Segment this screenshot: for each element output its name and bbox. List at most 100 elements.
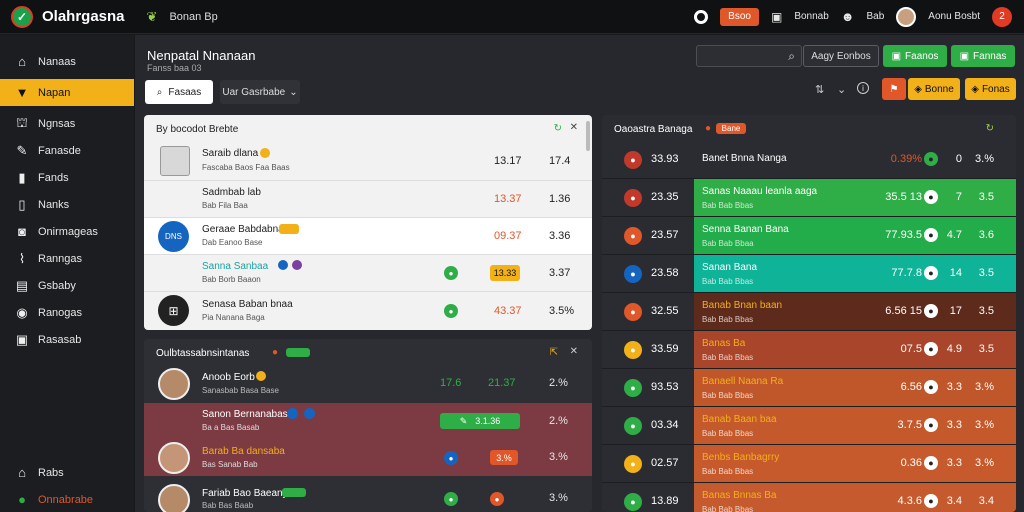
user-name[interactable]: Aonu Bosbt [928, 11, 980, 22]
search-input[interactable] [697, 46, 777, 66]
camera-icon[interactable]: ▣ [771, 10, 782, 24]
sidebar-bottom-status[interactable]: ● Onnabrabe [0, 486, 134, 512]
list-item[interactable]: Fariab Bao Baeany Bab Bas Baab ● ● 3.% [144, 476, 592, 512]
item-subtitle: Dab Eanoo Base [202, 238, 263, 247]
sidebar-item-chart[interactable]: ⌇ Ranngas [0, 245, 134, 272]
sidebar-bottom-home[interactable]: ⌂ Rabs [0, 459, 134, 486]
flag-button[interactable]: ⚑ [882, 78, 906, 100]
rank-badge-icon: ● [624, 493, 642, 511]
top-item-1[interactable]: Bonnab [794, 11, 828, 22]
sidebar-item-tools[interactable]: ✎ Fanasde [0, 137, 134, 164]
info-icon[interactable]: i [857, 82, 869, 94]
list-item[interactable]: Sadmbab lab Bab Fila Baa 13.37 1.36 [144, 181, 592, 218]
record-icon[interactable] [694, 9, 709, 24]
close-icon[interactable]: ✕ [570, 122, 578, 133]
user-icon[interactable]: ☻ [841, 9, 855, 24]
close-icon[interactable]: ✕ [570, 346, 578, 357]
bottom-list-panel: Oulbtassabnsintanas ● ⇱ ✕ Anoob Eorb San… [144, 339, 592, 512]
sidebar-item-active[interactable]: ▼ Napan [0, 79, 134, 106]
list-item[interactable]: Anoob Eorb Sanasbab Basa Base 17.6 21.37… [144, 365, 592, 403]
list-item[interactable]: Barab Ba dansaba Bas Sanab Bab ● 3.% 3.% [144, 439, 592, 476]
row-status-icon: ● [924, 190, 938, 204]
sidebar-item-folder[interactable]: ▤ Gsbaby [0, 272, 134, 299]
item-value: 21.37 [488, 377, 516, 389]
orange-button-1[interactable]: ◈ Bonne [908, 78, 960, 100]
expand-icon[interactable]: ⇱ [550, 347, 558, 358]
chart-icon: ⌇ [18, 250, 26, 266]
chevron-down-icon[interactable]: ⌄ [837, 83, 846, 96]
item-value: 09.37 [494, 230, 522, 242]
pill-value: 3.1.36 [475, 416, 501, 426]
list-item[interactable]: Sanna Sanbaa Bab Borb Baaon ● 13.33 3.37 [144, 255, 592, 292]
leaderboard-row[interactable]: ● 93.53 Banaell Naana Ra Bab Bab Bbas 6.56 ● 3… [602, 369, 1016, 407]
rank-badge-icon: ● [624, 417, 642, 435]
leaderboard-row[interactable]: ● 32.55 Banab Bnan baan Bab Bab Bbas 6.56 15… [602, 293, 1016, 331]
row-value-3: 3.% [975, 381, 994, 393]
leaderboard-row[interactable]: ● 13.89 Banas Bnnas Ba Bab Bab Bbas 4.3.6 ● 3.… [602, 483, 1016, 512]
row-value-2: 3.4 [946, 495, 962, 507]
row-status-icon: ● [924, 304, 938, 318]
tab-main[interactable]: ⌕ Fasaas [145, 80, 213, 104]
item-name: Senasa Baban bnaa [202, 299, 293, 310]
list-item[interactable]: ⊞ Senasa Baban bnaa Pia Nanana Baga ● 43… [144, 292, 592, 330]
avatar [158, 484, 190, 512]
value-pill: 3.% [490, 450, 518, 465]
status-icon: ● [18, 492, 26, 507]
list-item[interactable]: Sanon Bernanabas Ba a Bas Basab ✎ 3.1.36 … [144, 403, 592, 439]
tab-dropdown[interactable]: Uar Gasrbabe ⌄ [220, 80, 300, 104]
sidebar-item-label: Napan [38, 86, 71, 99]
green-button-1[interactable]: ▣ Faanos [883, 45, 947, 67]
leaderboard-row[interactable]: ● 33.59 Banas Ba Bab Bab Bbas 07.5 ● 4.9 3.5 [602, 331, 1016, 369]
row-highlight [694, 293, 1016, 330]
home-icon: ⌂ [18, 465, 26, 480]
sidebar-item-bank[interactable]: ⛫ Ngnsas [0, 110, 134, 137]
row-name: Banaell Naana Ra [702, 376, 784, 387]
list-item[interactable]: DNS Geraae Babdabna Dab Eanoo Base 09.37… [144, 218, 592, 255]
item-value: 13.37 [494, 193, 522, 205]
row-highlight [694, 369, 1016, 406]
app-logo: ✓ [11, 5, 33, 28]
item-logo: DNS [158, 221, 189, 252]
item-value: 1.36 [549, 193, 571, 205]
leaderboard-row[interactable]: ● 33.93 Banet Bnna Nanga 0.39% ● 0 3.% [602, 141, 1016, 179]
list-item[interactable]: Saraib dlana Fascaba Baos Faa Baas 13.17… [144, 143, 592, 181]
search-box[interactable]: ⌕ [696, 45, 802, 67]
refresh-icon[interactable]: ↻ [986, 123, 994, 134]
leaderboard-row[interactable]: ● 02.57 Benbs Banbagrry Bab Bab Bbas 0.36 ● 3.… [602, 445, 1016, 483]
rank-value: 23.57 [651, 229, 679, 241]
sort-icon[interactable]: ⇅ [815, 83, 824, 96]
books-icon: ▯ [18, 196, 26, 212]
sidebar-item-settings[interactable]: ◉ Ranogas [0, 299, 134, 326]
sidebar-item-camera[interactable]: ◙ Onirmageas [0, 218, 134, 245]
panel-title: Oulbtassabnsintanas [156, 348, 250, 359]
leaderboard-row[interactable]: ● 03.34 Banab Baan baa Bab Bab Bbas 3.7.5 ● 3.… [602, 407, 1016, 445]
sidebar-item-label: Rasasab [38, 333, 82, 346]
top-item-2[interactable]: Bab [866, 11, 884, 22]
item-value: 3.36 [549, 230, 571, 242]
top-action-button[interactable]: Bsoo [720, 7, 759, 26]
sidebar-item-export[interactable]: ▣ Rasasab [0, 326, 134, 353]
green-button-2[interactable]: ▣ Fannas [951, 45, 1015, 67]
row-status-icon: ● [924, 418, 938, 432]
filter-button[interactable]: Aagy Eonbos [803, 45, 879, 67]
row-value-1: 0.36 [900, 457, 922, 469]
row-name: Banab Baan baa [702, 414, 777, 425]
leaderboard-row[interactable]: ● 23.35 Sanas Naaau leanla aaga Bab Bab Bba… [602, 179, 1016, 217]
rank-value: 33.59 [651, 343, 679, 355]
row-status-icon: ● [924, 228, 938, 242]
app-tag[interactable]: Bonan Bp [169, 11, 217, 23]
button-label: Faanos [905, 50, 939, 62]
sidebar-item-books[interactable]: ▯ Nanks [0, 191, 134, 218]
sidebar-item-home[interactable]: ⌂ Nanaas [0, 48, 134, 75]
wrench-icon: ✎ [16, 142, 28, 158]
leaderboard-row[interactable]: ● 23.57 Senna Banan Bana Bab Bab Bbaa 77.93.… [602, 217, 1016, 255]
orange-button-2[interactable]: ◈ Fonas [965, 78, 1016, 100]
refresh-icon[interactable]: ↻ [554, 123, 562, 134]
leaderboard-row[interactable]: ● 23.58 Sanan Bana Bab Bab Bbas 77.7.8 ● 14 3.5 [602, 255, 1016, 293]
row-status-icon: ● [924, 456, 938, 470]
row-value-2: 14 [949, 267, 962, 279]
notification-badge[interactable]: 2 [992, 6, 1012, 27]
avatar[interactable] [896, 6, 917, 27]
sidebar-item-book[interactable]: ▮ Fands [0, 164, 134, 191]
item-subtitle: Ba a Bas Basab [202, 423, 260, 432]
